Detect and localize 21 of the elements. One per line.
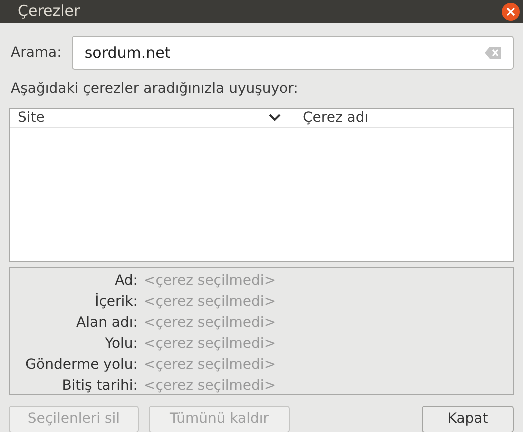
field-value: <çerez seçilmedi> — [144, 272, 278, 291]
field-value: <çerez seçilmedi> — [144, 293, 278, 312]
close-icon[interactable] — [501, 2, 521, 22]
dialog-button[interactable]: Kapat — [422, 406, 514, 432]
field-label: Alan adı: — [76, 314, 138, 333]
search-field[interactable]: sordum.net — [72, 36, 514, 70]
field-value: <çerez seçilmedi> — [144, 335, 278, 354]
field-label: Bitiş tarihi: — [61, 377, 138, 396]
field-label: İçerik: — [94, 292, 138, 312]
search-value: sordum.net — [84, 42, 172, 64]
field-label: Yolu: — [104, 335, 138, 354]
window-title: Çerezler — [18, 1, 80, 22]
field-value: <çerez seçilmedi> — [144, 314, 278, 333]
field-label: Gönderme yolu: — [24, 356, 138, 375]
column-header[interactable]: Site — [18, 108, 45, 128]
field-value: <çerez seçilmedi> — [144, 377, 278, 396]
results-label: Aşağıdaki çerezler aradığınızla uyuşuyor: — [10, 80, 300, 99]
column-header[interactable]: Çerez adı — [303, 110, 369, 126]
field-value: <çerez seçilmedi> — [144, 356, 278, 375]
search-label: Arama: — [10, 44, 62, 62]
field-label: Ad: — [114, 272, 138, 291]
